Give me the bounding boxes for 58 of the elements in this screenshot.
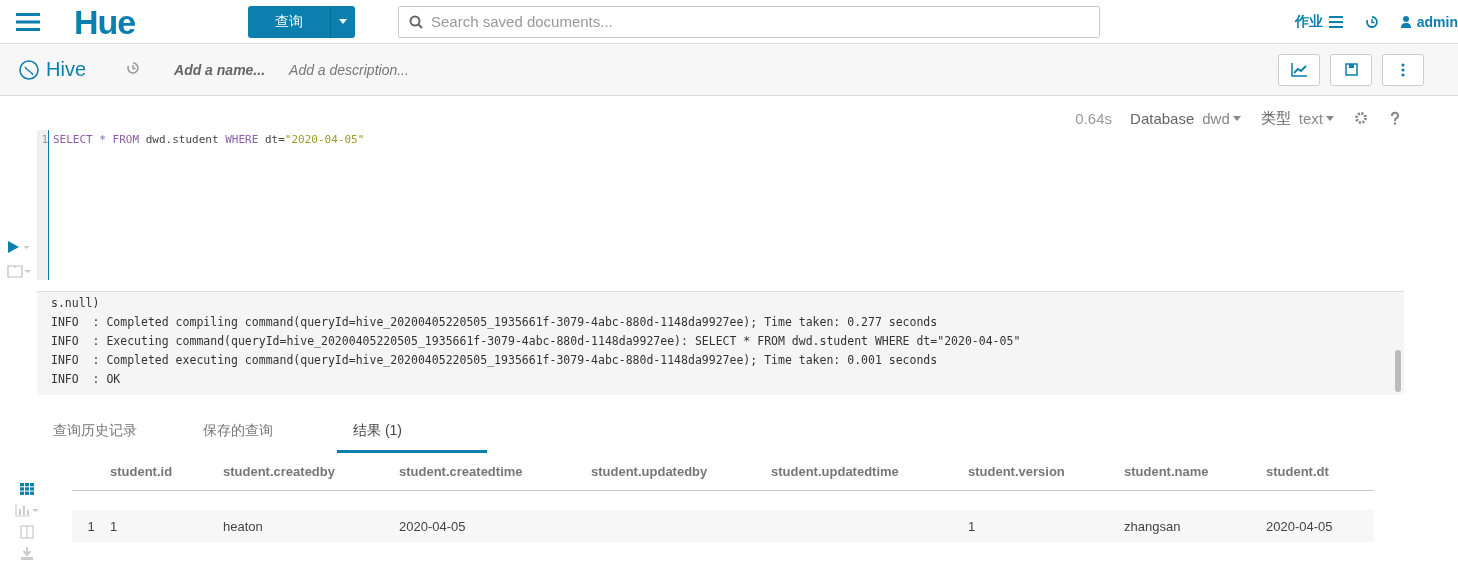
column-header[interactable]: student.dt xyxy=(1266,453,1374,491)
more-icon xyxy=(1401,62,1405,77)
caret-icon xyxy=(339,19,347,24)
table-cell: zhangsan xyxy=(1124,518,1181,534)
search-icon[interactable] xyxy=(409,14,423,29)
app-title: Hive xyxy=(46,58,86,81)
description-field[interactable]: Add a description... xyxy=(289,61,409,78)
sql-code[interactable]: SELECT * FROM dwd.student WHERE dt="2020-04-05" xyxy=(49,130,369,280)
caret-icon xyxy=(1326,115,1334,121)
search-field[interactable]: Search saved documents... xyxy=(398,5,1100,38)
result-tab[interactable]: 结果 (1) xyxy=(337,411,487,453)
log-line: INFO : Completed executing command(queryId=hive_20200405220505_1935661f-3079-4abc-880d-1148da9927ee); Time taken: 0.001 seconds xyxy=(51,352,939,369)
query-button[interactable]: 查询 xyxy=(248,5,330,38)
name-field[interactable]: Add a name... xyxy=(174,61,266,78)
execution-time: 0.64s xyxy=(1075,109,1113,127)
database-dropdown[interactable]: dwd xyxy=(1202,109,1241,127)
hue-logo[interactable]: Hue xyxy=(74,4,204,39)
jobs-link[interactable]: 作业 xyxy=(1294,12,1343,31)
column-header[interactable]: student.createdtime xyxy=(399,453,591,491)
caret-icon xyxy=(1232,115,1241,121)
list-icon xyxy=(1328,15,1343,28)
menu-icon[interactable] xyxy=(16,11,40,32)
column-header[interactable]: student.name xyxy=(1124,453,1266,491)
history-icon[interactable] xyxy=(1364,14,1379,29)
column-header[interactable]: student.updatedtime xyxy=(771,453,968,491)
user-menu[interactable]: admin xyxy=(1400,13,1458,30)
user-icon xyxy=(1400,15,1411,28)
log-line: INFO : Completed compiling command(queryId=hive_20200405220505_1935661f-3079-4abc-880d-1148da9927ee); Time taken: 0.277 seconds xyxy=(51,314,939,331)
column-header[interactable]: student.version xyxy=(968,453,1124,491)
grid-icon[interactable] xyxy=(20,483,34,495)
help-icon[interactable] xyxy=(1388,111,1402,125)
run-icon[interactable] xyxy=(7,240,30,254)
table-cell: 1 xyxy=(968,518,976,534)
row-number: 1 xyxy=(72,510,110,542)
log-line: s.null) xyxy=(51,295,101,312)
save-button[interactable] xyxy=(1330,53,1372,86)
save-icon xyxy=(1344,63,1358,76)
column-header[interactable]: student.updatedby xyxy=(591,453,771,491)
history-icon[interactable] xyxy=(126,60,140,75)
table-cell: 2020-04-05 xyxy=(399,518,466,534)
scrollbar[interactable] xyxy=(1395,350,1401,392)
settings-icon[interactable] xyxy=(1354,111,1368,125)
table-cell: 2020-04-05 xyxy=(1266,518,1333,534)
column-header[interactable]: student.id xyxy=(110,453,223,491)
type-dropdown[interactable]: text xyxy=(1298,109,1334,127)
table-cell: heaton xyxy=(223,518,263,534)
log-line: INFO : Executing command(queryId=hive_20200405220505_1935661f-3079-4abc-880d-1148da9927ee): SELECT * FROM dwd.student WHERE dt="2020-04-05" xyxy=(51,333,1022,350)
line-number: 1 xyxy=(37,130,49,280)
database-label: Database xyxy=(1130,109,1195,127)
line-chart-icon xyxy=(1291,62,1307,77)
log-line: INFO : OK xyxy=(51,371,122,388)
chart-button[interactable] xyxy=(1278,53,1320,86)
table-cell: 1 xyxy=(110,518,118,534)
type-label: 类型 xyxy=(1260,108,1291,128)
query-dropdown-button[interactable] xyxy=(330,5,355,38)
result-tab[interactable]: 查询历史记录 xyxy=(37,411,187,453)
column-header[interactable]: student.createdby xyxy=(223,453,399,491)
result-tab[interactable]: 保存的查询 xyxy=(187,411,337,453)
